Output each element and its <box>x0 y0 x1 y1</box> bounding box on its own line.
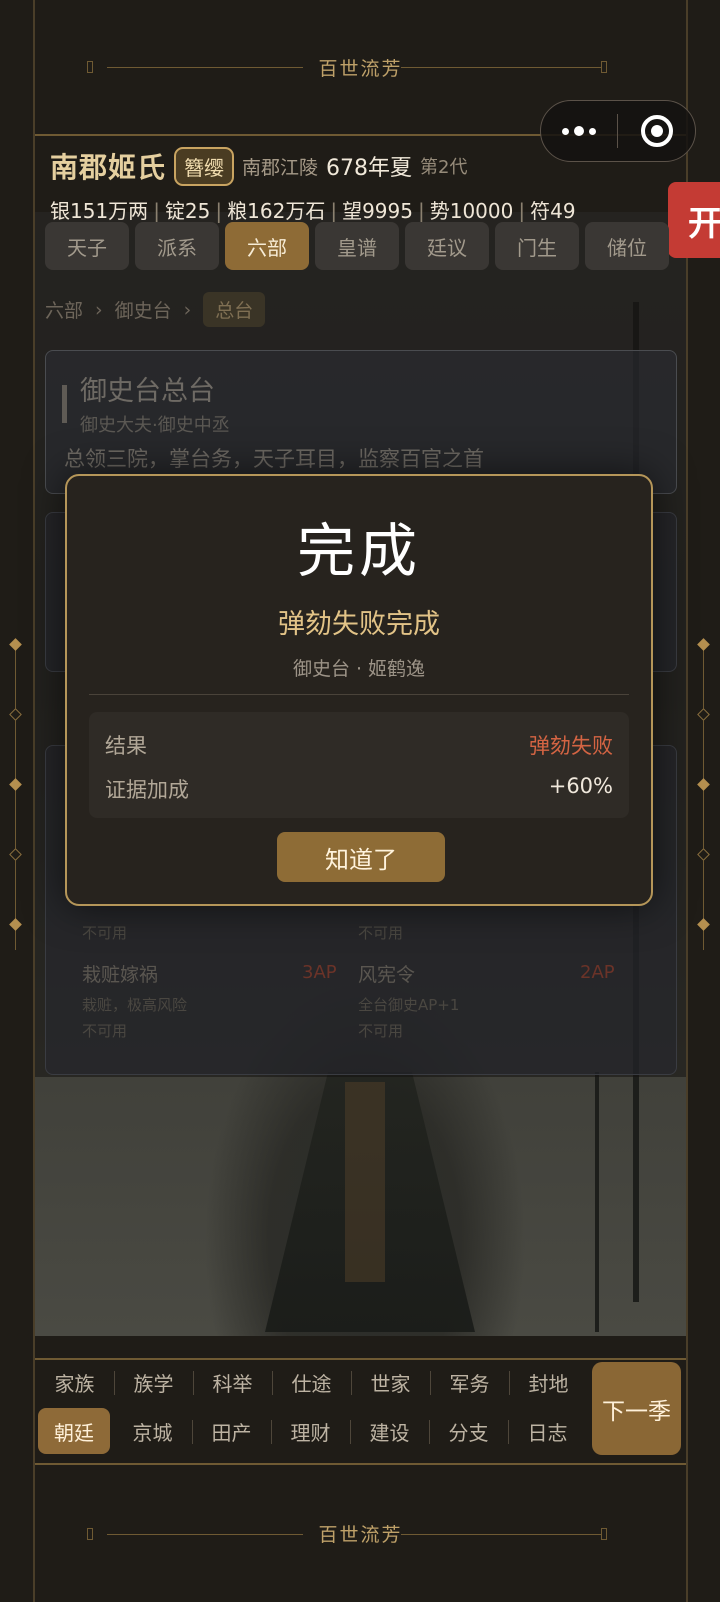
breadcrumb: 六部 › 御史台 › 总台 <box>45 292 266 327</box>
nav-capital[interactable]: 京城 <box>113 1408 192 1454</box>
office-card: 御史台总台 御史大夫·御史中丞 总领三院，掌台务，天子耳目，监察百官之首 <box>45 350 677 494</box>
resource-silver: 银151万两 <box>50 199 149 223</box>
tab-tianzi[interactable]: 天子 <box>45 222 129 270</box>
action-status: 不可用 <box>358 1022 404 1040</box>
clan-rank-badge[interactable]: 簪缨 <box>174 146 235 186</box>
nav-exam[interactable]: 科举 <box>193 1359 272 1405</box>
evidence-key: 证据加成 <box>105 778 189 802</box>
resource-ingot: 锭25 <box>164 199 211 223</box>
acknowledge-button[interactable]: 知道了 <box>277 832 445 882</box>
nav-family[interactable]: 家族 <box>35 1359 114 1405</box>
nav-fief[interactable]: 封地 <box>509 1359 588 1405</box>
bottom-banner-title: 百世流芳 <box>318 1524 403 1546</box>
bottom-banner: 百世流芳 <box>35 1463 686 1602</box>
resource-grain: 粮162万石 <box>227 199 326 223</box>
dialog-subtitle: 弹劾失败完成 <box>278 609 440 640</box>
clan-name: 南郡姬氏 <box>50 151 167 184</box>
office-title: 御史台总台 <box>80 376 215 407</box>
resource-token: 符49 <box>530 199 576 223</box>
nav-log[interactable]: 日志 <box>508 1408 587 1454</box>
generation-label: 第2代 <box>420 157 468 178</box>
tab-six-ministries[interactable]: 六部 <box>225 222 309 270</box>
dialog-divider <box>89 694 629 695</box>
nav-construction[interactable]: 建设 <box>350 1408 429 1454</box>
breadcrumb-item[interactable]: 御史台 <box>115 296 172 323</box>
result-row: 结果 弹劾失败 <box>105 730 613 760</box>
nav-noble-houses[interactable]: 世家 <box>351 1359 430 1405</box>
action-ap: 3AP <box>302 962 337 983</box>
evidence-row: 证据加成 +60% <box>105 774 613 804</box>
action-desc: 全台御史AP+1 <box>358 996 460 1014</box>
tab-heir[interactable]: 储位 <box>585 222 669 270</box>
result-details: 结果 弹劾失败 证据加成 +60% <box>89 712 629 818</box>
evidence-value: +60% <box>548 774 613 798</box>
tab-imperial-genealogy[interactable]: 皇谱 <box>315 222 399 270</box>
office-subtitle: 御史大夫·御史中丞 <box>80 415 230 436</box>
next-season-button[interactable]: 下一季 <box>592 1362 681 1455</box>
result-key: 结果 <box>105 734 147 758</box>
result-dialog: 完成 弹劾失败完成 御史台 · 姬鹤逸 结果 弹劾失败 证据加成 +60% 知道… <box>65 474 653 906</box>
nav-career[interactable]: 仕途 <box>272 1359 351 1405</box>
court-tabs: 天子 派系 六部 皇谱 廷议 门生 储位 <box>45 222 669 270</box>
nav-court[interactable]: 朝廷 <box>38 1408 110 1454</box>
chevron-right-icon: › <box>95 298 103 321</box>
result-value: 弹劾失败 <box>529 734 613 758</box>
top-banner-title: 百世流芳 <box>318 57 403 80</box>
office-description: 总领三院，掌台务，天子耳目，监察百官之首 <box>64 447 484 471</box>
action-name: 风宪令 <box>358 964 416 986</box>
dialog-title: 完成 <box>296 517 421 585</box>
side-open-tab[interactable]: 开 <box>668 182 720 258</box>
close-target-icon[interactable] <box>618 115 695 147</box>
clan-header: 南郡姬氏 簪缨 南郡江陵 678年夏 第2代 <box>50 146 467 186</box>
action-status: 不可用 <box>82 924 128 942</box>
tab-faction[interactable]: 派系 <box>135 222 219 270</box>
dialog-meta: 御史台 · 姬鹤逸 <box>292 658 426 680</box>
right-side-ornament <box>694 638 714 950</box>
tab-disciples[interactable]: 门生 <box>495 222 579 270</box>
chevron-right-icon: › <box>183 298 192 321</box>
left-side-ornament <box>6 638 26 950</box>
breadcrumb-item[interactable]: 六部 <box>45 296 83 323</box>
current-season: 678年夏 <box>326 156 413 181</box>
nav-branches[interactable]: 分支 <box>429 1408 508 1454</box>
nav-finance[interactable]: 理财 <box>271 1408 350 1454</box>
resource-prestige: 望9995 <box>342 199 413 223</box>
action-status: 不可用 <box>82 1022 128 1040</box>
tab-court-debate[interactable]: 廷议 <box>405 222 489 270</box>
more-menu-icon[interactable] <box>541 126 617 136</box>
action-desc: 栽赃，极高风险 <box>82 996 188 1014</box>
action-status: 不可用 <box>358 924 404 942</box>
breadcrumb-current: 总台 <box>203 292 266 327</box>
resource-bar: 银151万两 | 锭25 | 粮162万石 | 望9995 | 势10000 | 符49 <box>50 199 576 223</box>
mini-program-capsule <box>540 100 696 162</box>
nav-clan-school[interactable]: 族学 <box>114 1359 193 1405</box>
action-name: 栽赃嫁祸 <box>82 964 159 986</box>
resource-power: 势10000 <box>429 199 514 223</box>
action-ap: 2AP <box>580 962 615 983</box>
clan-location: 南郡江陵 <box>242 156 319 179</box>
nav-military[interactable]: 军务 <box>430 1359 509 1405</box>
nav-estates[interactable]: 田产 <box>192 1408 271 1454</box>
